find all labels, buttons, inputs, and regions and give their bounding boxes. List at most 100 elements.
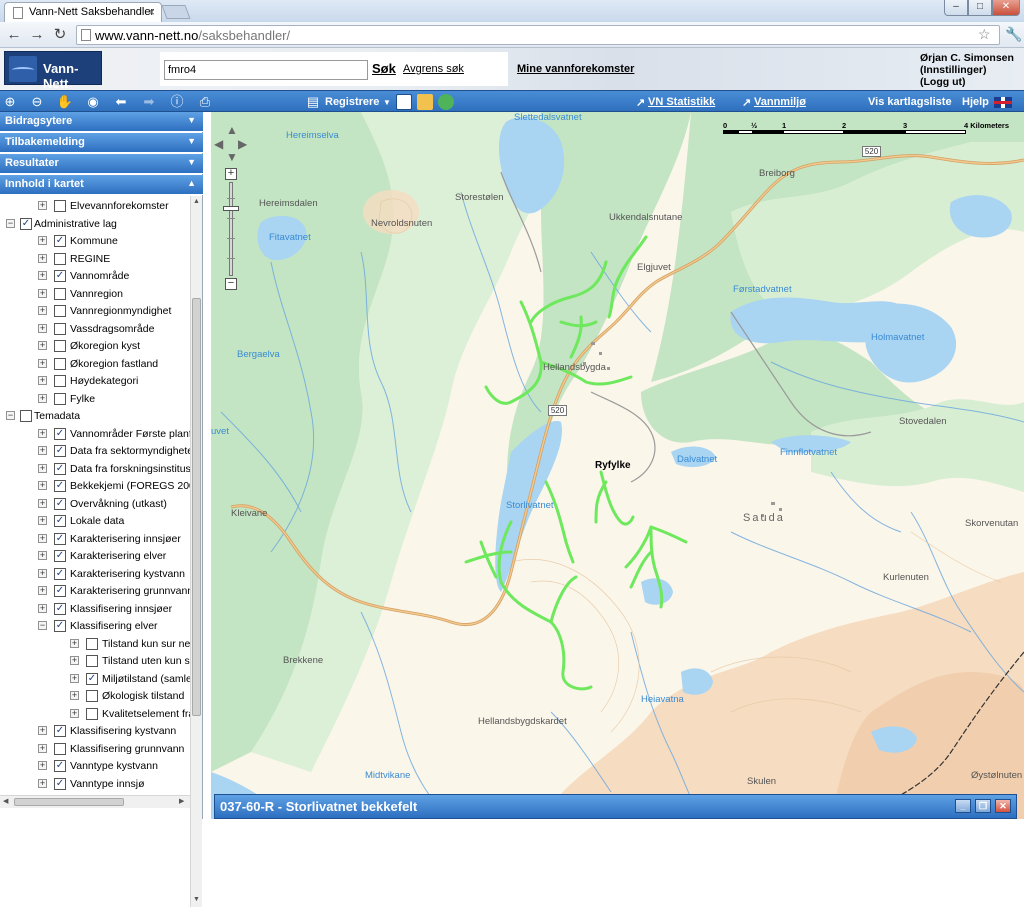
expand-icon[interactable]: + <box>70 691 79 700</box>
wrench-icon[interactable]: 🔧 <box>1005 26 1022 43</box>
tree-node[interactable]: − ✓ Administrative lag <box>0 216 190 233</box>
window-minimize-button[interactable]: – <box>944 0 968 16</box>
edit-pen-icon[interactable] <box>417 94 433 110</box>
print-icon[interactable]: ⎙ <box>196 93 214 111</box>
expand-icon[interactable]: + <box>38 288 47 298</box>
layer-checkbox[interactable]: ✓ <box>54 427 66 440</box>
layer-checkbox[interactable] <box>54 200 66 212</box>
layer-checkbox[interactable] <box>20 410 32 422</box>
tree-node[interactable]: + ✓ Karakterisering kystvann <box>0 566 190 583</box>
expand-icon[interactable]: + <box>38 498 47 508</box>
layer-checkbox[interactable]: ✓ <box>54 532 66 545</box>
search-input[interactable] <box>164 60 368 80</box>
zoom-slider[interactable]: + − <box>223 168 239 290</box>
scroll-left-icon[interactable]: ◀ <box>3 797 8 805</box>
browser-tab[interactable]: Vann-Nett Saksbehandler × <box>4 2 162 22</box>
expand-icon[interactable]: + <box>38 463 47 473</box>
tab-close-icon[interactable]: × <box>148 5 155 19</box>
draw-tool-icon[interactable] <box>396 94 412 110</box>
collapse-icon[interactable]: − <box>38 621 47 630</box>
address-bar[interactable]: www.vann-nett.no/saksbehandler/ <box>76 25 1000 45</box>
layer-checkbox[interactable] <box>54 322 66 335</box>
add-object-icon[interactable] <box>438 94 454 110</box>
expand-icon[interactable]: + <box>38 551 47 560</box>
scrollbar-thumb[interactable] <box>192 298 201 716</box>
layer-checkbox[interactable]: ✓ <box>54 777 66 790</box>
expand-icon[interactable]: + <box>38 428 47 438</box>
tree-node[interactable]: + ✓ Kommune <box>0 233 190 250</box>
tree-node[interactable]: + Høydekategori <box>0 373 190 390</box>
layer-checkbox[interactable] <box>54 252 66 265</box>
expand-icon[interactable]: + <box>38 253 47 263</box>
layer-checkbox[interactable]: ✓ <box>54 620 66 632</box>
tree-node[interactable]: + ✓ Klassifisering innsjøer <box>0 601 190 618</box>
panel-map-content[interactable]: Innhold i kartet ▲ <box>0 175 203 195</box>
zoom-rail[interactable] <box>229 182 233 276</box>
expand-icon[interactable]: + <box>38 341 47 350</box>
panel-results[interactable]: Resultater ▼ <box>0 154 203 174</box>
tree-vertical-scrollbar[interactable]: ▲ ▼ <box>190 196 202 907</box>
layer-checkbox[interactable]: ✓ <box>86 672 98 685</box>
layer-checkbox[interactable]: ✓ <box>54 760 66 772</box>
pan-right-icon[interactable]: ▶ <box>238 137 247 151</box>
refine-search-link[interactable]: Avgrens søk <box>403 63 464 75</box>
tree-node[interactable]: + ✓ Lokale data <box>0 513 190 530</box>
layer-checkbox[interactable]: ✓ <box>20 217 32 230</box>
panel-minimize-button[interactable]: _ <box>955 799 971 813</box>
tree-node[interactable]: + ✓ Klassifisering kystvann <box>0 723 190 740</box>
zoom-minus-button[interactable]: − <box>225 278 237 290</box>
expand-icon[interactable]: + <box>70 708 79 718</box>
layer-checkbox[interactable]: ✓ <box>54 725 66 737</box>
pan-hand-icon[interactable]: ✋ <box>56 93 74 111</box>
vann-nett-logo[interactable]: Vann-Nett <box>4 51 102 91</box>
pan-up-icon[interactable]: ▲ <box>226 123 238 137</box>
tree-node[interactable]: + ✓ Karakterisering elver <box>0 548 190 565</box>
map-view[interactable]: Slettedalsvatnet Hereimselva Breiborg He… <box>211 112 1024 819</box>
info-icon[interactable]: ⓘ <box>168 93 186 111</box>
register-dropdown-icon[interactable]: ▼ <box>383 98 391 107</box>
forward-arrow-icon[interactable]: ➡ <box>140 93 158 111</box>
tree-node[interactable]: + Tilstand kun sur ned <box>0 636 190 653</box>
feature-info-panel[interactable]: 037-60-R - Storlivatnet bekkefelt _ ❐ ✕ <box>214 794 1017 819</box>
uk-flag-icon[interactable] <box>994 97 1012 108</box>
tree-horizontal-scrollbar[interactable]: ◀ ▶ <box>0 795 190 808</box>
tree-node[interactable]: + Klassifisering grunnvann <box>0 741 190 758</box>
expand-icon[interactable]: + <box>38 446 47 455</box>
layer-checkbox[interactable]: ✓ <box>54 480 66 492</box>
panel-close-button[interactable]: ✕ <box>995 799 1011 813</box>
layer-checkbox[interactable]: ✓ <box>54 550 66 562</box>
layer-checkbox[interactable]: ✓ <box>54 515 66 527</box>
expand-icon[interactable]: + <box>38 481 47 490</box>
expand-icon[interactable]: + <box>38 271 47 280</box>
layer-checkbox[interactable] <box>54 392 66 405</box>
layer-checkbox[interactable]: ✓ <box>54 585 66 597</box>
tree-node[interactable]: + Vannregion <box>0 286 190 303</box>
expand-icon[interactable]: + <box>38 533 47 543</box>
tree-node[interactable]: + ✓ Miljøtilstand (samlet <box>0 671 190 688</box>
tree-node[interactable]: + Vassdragsområde <box>0 321 190 338</box>
back-icon[interactable]: ← <box>4 26 24 44</box>
back-arrow-icon[interactable]: ⬅ <box>112 93 130 111</box>
expand-icon[interactable]: + <box>38 323 47 333</box>
tree-node[interactable]: + ✓ Overvåkning (utkast) <box>0 496 190 513</box>
layer-checkbox[interactable] <box>86 690 98 702</box>
expand-icon[interactable]: + <box>38 376 47 385</box>
tree-node[interactable]: + ✓ Vanntype kystvann <box>0 758 190 775</box>
logout-link[interactable]: (Logg ut) <box>920 76 1014 88</box>
scrollbar-thumb[interactable] <box>14 798 124 806</box>
tree-node[interactable]: + ✓ Vannområder Første planfa <box>0 426 190 443</box>
layer-checkbox[interactable]: ✓ <box>54 462 66 475</box>
layer-checkbox[interactable]: ✓ <box>54 270 66 282</box>
panel-restore-button[interactable]: ❐ <box>975 799 991 813</box>
tree-node[interactable]: − ✓ Klassifisering elver <box>0 618 190 635</box>
forward-icon[interactable]: → <box>27 26 47 44</box>
tree-node[interactable]: + Vannregionmyndighet <box>0 303 190 320</box>
layer-checkbox[interactable]: ✓ <box>54 602 66 615</box>
tree-node[interactable]: + Kvalitetselement fra <box>0 706 190 723</box>
zoom-extent-icon[interactable]: ◉ <box>84 93 102 111</box>
collapse-icon[interactable]: − <box>6 411 15 420</box>
layer-checkbox[interactable] <box>54 375 66 387</box>
tree-node[interactable]: − Temadata <box>0 408 190 425</box>
expand-icon[interactable]: + <box>38 516 47 525</box>
search-button[interactable]: Søk <box>372 61 396 76</box>
